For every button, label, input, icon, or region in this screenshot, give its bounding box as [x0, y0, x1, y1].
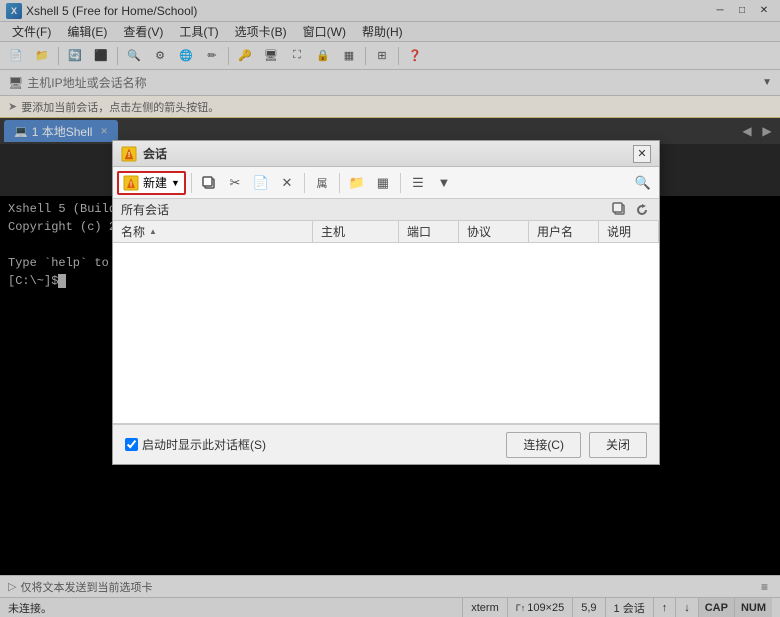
dtb-sep-4 — [400, 173, 401, 193]
dialog-toolbar: ! 新建 ▼ ✂ 📄 ✕ 属 — [113, 167, 659, 199]
svg-text:!: ! — [128, 152, 130, 159]
th-protocol[interactable]: 协议 — [459, 221, 529, 242]
close-dialog-button[interactable]: 关闭 — [589, 432, 647, 458]
table-header: 名称 ▲ 主机 端口 协议 用户名 — [113, 221, 659, 243]
dialog-title-text: 会话 — [143, 145, 633, 162]
dtb-sep-1 — [191, 173, 192, 193]
th-desc[interactable]: 说明 — [599, 221, 659, 242]
dtb-view-button[interactable]: ▦ — [371, 171, 395, 195]
connect-button[interactable]: 连接(C) — [506, 432, 581, 458]
dtb-properties-button[interactable]: 属 — [310, 171, 334, 195]
dialog-overlay: ! 会话 ✕ ! 新建 ▼ — [0, 0, 780, 617]
new-session-button[interactable]: ! 新建 ▼ — [117, 171, 186, 195]
startup-checkbox[interactable] — [125, 438, 138, 451]
new-session-icon: ! — [123, 175, 139, 191]
dtb-search-button[interactable]: 🔍 — [631, 171, 655, 195]
dtb-paste-button[interactable]: 📄 — [249, 171, 273, 195]
section-copy-icon — [612, 202, 628, 218]
section-header: 所有会话 — [113, 199, 659, 221]
section-icons — [611, 201, 651, 219]
dtb-copy-button[interactable] — [197, 171, 221, 195]
th-port[interactable]: 端口 — [399, 221, 459, 242]
dialog-footer: 启动时显示此对话框(S) 连接(C) 关闭 — [113, 424, 659, 464]
dtb-delete-button[interactable]: ✕ — [275, 171, 299, 195]
dtb-dropdown-arrow[interactable]: ▼ — [432, 171, 456, 195]
new-button-arrow: ▼ — [171, 178, 180, 188]
svg-text:!: ! — [130, 181, 132, 188]
startup-label-text: 启动时显示此对话框(S) — [142, 436, 266, 453]
dialog-title-icon: ! — [121, 146, 137, 162]
dtb-sep-2 — [304, 173, 305, 193]
th-host[interactable]: 主机 — [313, 221, 399, 242]
dtb-sep-3 — [339, 173, 340, 193]
section-icon-2[interactable] — [633, 201, 651, 219]
section-refresh-icon — [634, 202, 650, 218]
dialog-close-button[interactable]: ✕ — [633, 145, 651, 163]
startup-checkbox-label[interactable]: 启动时显示此对话框(S) — [125, 436, 266, 453]
session-table: 名称 ▲ 主机 端口 协议 用户名 — [113, 221, 659, 424]
section-icon-1[interactable] — [611, 201, 629, 219]
dtb-folder-button[interactable]: 📁 — [345, 171, 369, 195]
table-body — [113, 243, 659, 423]
th-name[interactable]: 名称 ▲ — [113, 221, 313, 242]
section-title: 所有会话 — [121, 201, 169, 218]
dtb-list-button[interactable]: ☰ — [406, 171, 430, 195]
copy-icon — [202, 176, 216, 190]
dtb-cut-button[interactable]: ✂ — [223, 171, 247, 195]
sort-arrow: ▲ — [149, 227, 157, 236]
new-button-label: 新建 — [143, 174, 167, 191]
dialog-title-bar: ! 会话 ✕ — [113, 141, 659, 167]
th-username[interactable]: 用户名 — [529, 221, 599, 242]
session-dialog: ! 会话 ✕ ! 新建 ▼ — [112, 140, 660, 465]
